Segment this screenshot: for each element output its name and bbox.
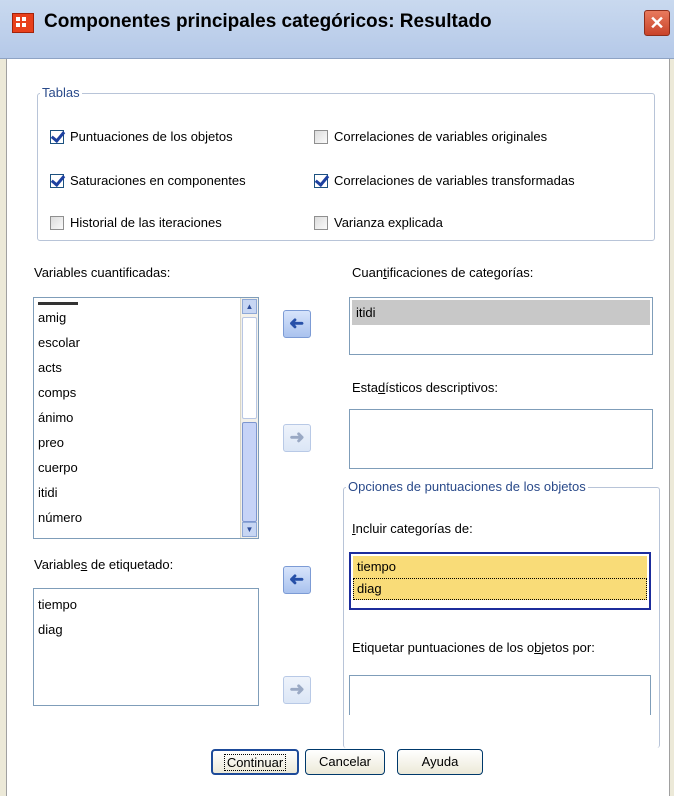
checkbox-object-scores[interactable]: Puntuaciones de los objetos <box>50 129 233 144</box>
list-item[interactable]: amig <box>34 305 243 330</box>
checkbox-label: Puntuaciones de los objetos <box>70 129 233 144</box>
dialog-client: Tablas Puntuaciones de los objetos Satur… <box>6 59 670 796</box>
list-item[interactable]: número <box>34 505 243 530</box>
arrow-left-icon: ➜ <box>289 313 305 333</box>
checkbox-label: Correlaciones de variables transformadas <box>334 173 575 188</box>
checkbox-icon <box>50 173 64 188</box>
object-scores-legend: Opciones de puntuaciones de los objetos <box>346 479 588 494</box>
move-to-include-button[interactable]: ➜ <box>283 566 311 594</box>
include-categories-list[interactable]: tiempo diag <box>349 552 651 610</box>
checkbox-icon <box>314 173 328 188</box>
checkbox-label: Historial de las iteraciones <box>70 215 222 230</box>
tag-objects-label: Etiquetar puntuaciones de los objetos po… <box>352 640 595 655</box>
checkbox-label: Saturaciones en componentes <box>70 173 246 188</box>
scroll-thumb[interactable] <box>242 317 257 419</box>
arrow-right-icon: ➜ <box>289 427 305 447</box>
checkbox-iteration-history[interactable]: Historial de las iteraciones <box>50 215 222 230</box>
scroll-up-icon[interactable]: ▲ <box>242 299 257 314</box>
list-item[interactable]: itidi <box>352 300 650 325</box>
close-button[interactable]: ✕ <box>644 10 670 36</box>
quantified-vars-label: Variables cuantificadas: <box>34 265 171 280</box>
include-categories-label: Incluir categorías de: <box>352 521 473 536</box>
descriptive-list[interactable] <box>349 409 653 469</box>
continue-button[interactable]: Continuar <box>211 749 299 775</box>
title-bar: Componentes principales categóricos: Res… <box>0 0 674 59</box>
continue-button-label: Continuar <box>223 754 287 771</box>
list-item[interactable]: tiempo <box>34 592 258 617</box>
list-item[interactable]: preo <box>34 430 243 455</box>
quantified-vars-list[interactable]: amig escolar acts comps ánimo preo cuerp… <box>33 297 259 539</box>
tag-objects-list[interactable] <box>349 675 651 715</box>
descriptive-label: Estadísticos descriptivos: <box>352 380 498 395</box>
labeling-vars-label: Variables de etiquetado: <box>34 557 174 572</box>
list-item[interactable]: tiempo <box>353 556 647 578</box>
object-scores-group: Opciones de puntuaciones de los objetos … <box>343 479 660 748</box>
tables-legend: Tablas <box>40 85 82 100</box>
arrow-right-icon: ➜ <box>289 679 305 699</box>
list-item[interactable]: diag <box>353 578 647 600</box>
checkbox-icon <box>50 215 64 230</box>
list-item[interactable]: acts <box>34 355 243 380</box>
checkbox-component-loadings[interactable]: Saturaciones en componentes <box>50 173 246 188</box>
scroll-track-lower <box>242 422 257 522</box>
move-to-tag-button[interactable]: ➜ <box>283 676 311 704</box>
list-item[interactable]: diag <box>34 617 258 642</box>
category-quant-list[interactable]: itidi <box>349 297 653 355</box>
help-button[interactable]: Ayuda <box>397 749 483 775</box>
vertical-scrollbar[interactable]: ▲ ▼ <box>240 298 258 538</box>
list-item[interactable]: itidi <box>34 480 243 505</box>
cancel-button[interactable]: Cancelar <box>305 749 385 775</box>
scroll-down-icon[interactable]: ▼ <box>242 522 257 537</box>
list-item[interactable]: cuerpo <box>34 455 243 480</box>
tables-group: Tablas Puntuaciones de los objetos Satur… <box>37 85 655 241</box>
category-quant-label: Cuantificaciones de categorías: <box>352 265 534 280</box>
list-item[interactable]: ánimo <box>34 405 243 430</box>
app-table-icon <box>12 13 34 33</box>
move-to-descriptive-button[interactable]: ➜ <box>283 424 311 452</box>
checkbox-original-correlations[interactable]: Correlaciones de variables originales <box>314 129 547 144</box>
list-item-clipped <box>34 298 243 305</box>
labeling-vars-list[interactable]: tiempo diag <box>33 588 259 706</box>
checkbox-variance-explained[interactable]: Varianza explicada <box>314 215 443 230</box>
checkbox-icon <box>50 129 64 144</box>
checkbox-label: Varianza explicada <box>334 215 443 230</box>
move-to-category-quant-button[interactable]: ➜ <box>283 310 311 338</box>
window-title: Componentes principales categóricos: Res… <box>44 11 492 32</box>
arrow-left-icon: ➜ <box>289 569 305 589</box>
list-item[interactable]: comps <box>34 380 243 405</box>
list-item[interactable]: escolar <box>34 330 243 355</box>
checkbox-icon <box>314 215 328 230</box>
checkbox-icon <box>314 129 328 144</box>
checkbox-transformed-correlations[interactable]: Correlaciones de variables transformadas <box>314 173 575 188</box>
checkbox-label: Correlaciones de variables originales <box>334 129 548 144</box>
